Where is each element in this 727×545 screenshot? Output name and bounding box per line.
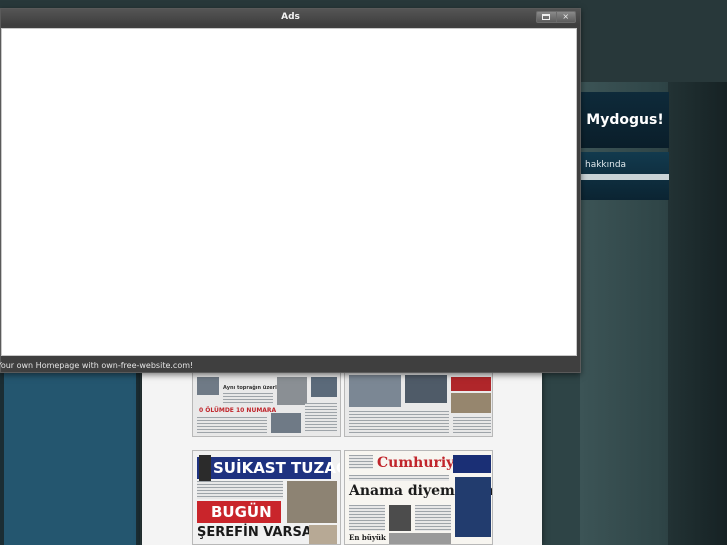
news-text-block (415, 505, 451, 531)
popup-content-area[interactable] (1, 28, 577, 356)
background-right-shadow (668, 82, 727, 545)
news-text-block (305, 403, 337, 433)
newspaper-thumbnail[interactable]: Cumhuriyet Anama diyemedim En büyük (344, 450, 493, 545)
popup-footer-text: Your own Homepage with own-free-website.… (0, 361, 194, 370)
maximize-button[interactable] (537, 12, 556, 22)
newspaper-thumbnail[interactable] (344, 372, 493, 437)
maximize-icon (542, 14, 551, 20)
background-left-column (4, 370, 136, 545)
news-text-block (349, 455, 373, 469)
popup-footer-link[interactable]: Your own Homepage with own-free-website.… (0, 359, 580, 373)
news-text-block (197, 481, 283, 499)
news-photo (389, 533, 451, 544)
news-headline: ŞEREFİN VARSA (197, 525, 312, 540)
news-text-block (349, 505, 385, 531)
news-photo (277, 377, 307, 405)
news-sidebar-block (455, 477, 491, 537)
close-button[interactable]: × (555, 12, 576, 22)
newspaper-thumbnail[interactable]: Aynı toprağın üzerlenler 0 ÖLÜMDE 10 NUM… (192, 372, 341, 437)
nav-item-hakkinda[interactable]: hakkında (585, 160, 626, 170)
news-blue-banner (453, 455, 491, 473)
site-brand-label: Mydogus! (586, 112, 664, 128)
news-text-block (453, 417, 491, 433)
popup-titlebar[interactable]: Ads × (1, 9, 580, 26)
news-text-block (197, 417, 267, 435)
news-photo (389, 505, 411, 531)
close-icon: × (562, 12, 570, 21)
news-photo (271, 413, 301, 433)
newspaper-thumbnail[interactable]: SUİKAST TUZAĞI BUGÜN ŞEREFİN VARSA (192, 450, 341, 545)
news-photo (405, 375, 447, 403)
news-text-block (349, 411, 449, 433)
ads-popup-window[interactable]: Ads × Your own Homepage with own-free-we… (0, 8, 581, 373)
window-controls: × (536, 11, 576, 23)
news-headline: En büyük (349, 533, 386, 542)
news-photo (349, 375, 401, 407)
news-photo (287, 481, 337, 523)
news-photo (199, 455, 211, 483)
news-text-block (349, 475, 449, 481)
site-brand[interactable]: Mydogus! (581, 92, 669, 148)
news-photo (197, 377, 219, 395)
site-nav: hakkında (581, 152, 669, 200)
popup-title: Ads (281, 12, 300, 22)
news-headline: BUGÜN (197, 501, 281, 523)
news-text-block (223, 393, 273, 405)
nav-active-indicator (581, 174, 669, 180)
news-headline: 0 ÖLÜMDE 10 NUMARA (199, 407, 277, 414)
news-headline: SUİKAST TUZAĞI (197, 457, 340, 479)
news-photo (451, 393, 491, 413)
news-photo (309, 525, 337, 544)
news-photo (311, 377, 337, 397)
news-red-banner (451, 377, 491, 391)
background-mid-right (542, 370, 580, 545)
